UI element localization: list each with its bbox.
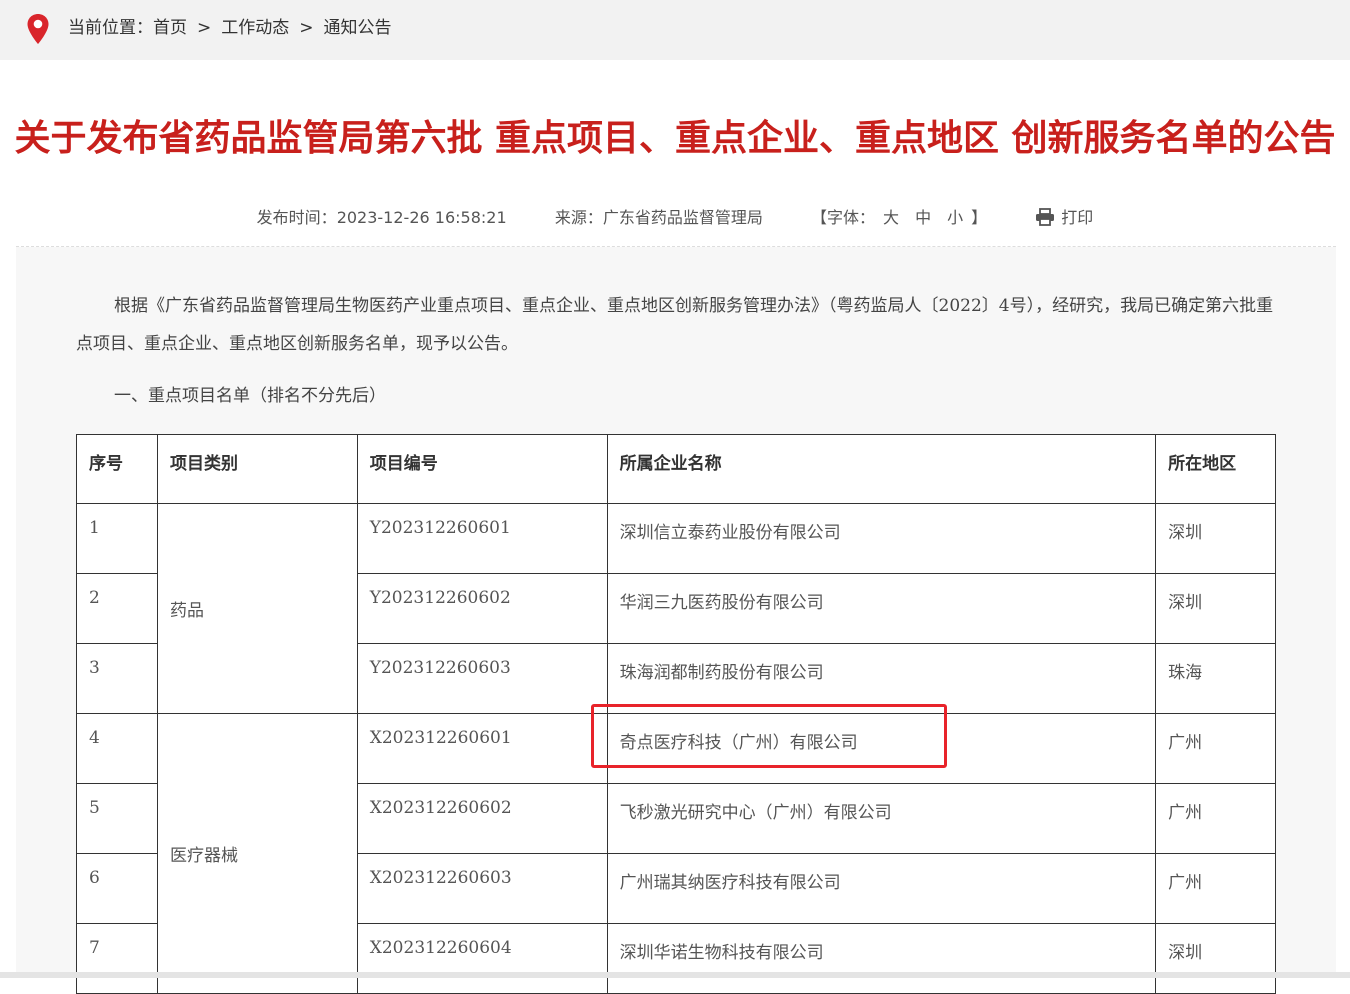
- page-bottom-edge: [0, 972, 1350, 978]
- category-cell: 医疗器械: [156, 713, 358, 994]
- row-region: 深圳: [1155, 503, 1276, 574]
- breadcrumb-separator: >: [299, 18, 314, 38]
- row-company: 飞秒激光研究中心（广州）有限公司: [606, 783, 1157, 854]
- print-label: 打印: [1061, 208, 1094, 227]
- source-name: 广东省药品监督管理局: [602, 208, 763, 227]
- header-region: 所在地区: [1155, 434, 1276, 504]
- row-company: 深圳信立泰药业股份有限公司: [606, 503, 1157, 574]
- article-meta: 发布时间：2023-12-26 16:58:21 来源：广东省药品监督管理局 【…: [0, 204, 1350, 232]
- row-region: 广州: [1155, 853, 1276, 924]
- header-code: 项目编号: [356, 434, 608, 504]
- breadcrumb-separator: >: [197, 18, 212, 38]
- intro-paragraph: 根据《广东省药品监督管理局生物医药产业重点项目、重点企业、重点地区创新服务管理办…: [76, 296, 1274, 354]
- row-code: X202312260603: [356, 853, 608, 924]
- row-no: 2: [76, 573, 158, 644]
- row-region: 深圳: [1155, 923, 1276, 994]
- publish-time: 2023-12-26 16:58:21: [336, 208, 507, 227]
- row-region: 广州: [1155, 713, 1276, 784]
- table-row: 4 医疗器械 X202312260601 奇点医疗科技（广州）有限公司 广州: [76, 713, 1276, 994]
- font-size-small-button[interactable]: 小: [947, 208, 963, 227]
- row-no: 1: [76, 503, 158, 574]
- row-company: 广州瑞其纳医疗科技有限公司: [606, 853, 1157, 924]
- breadcrumb-home-link[interactable]: 首页: [153, 18, 187, 38]
- print-button[interactable]: 打印: [1035, 208, 1093, 227]
- row-company: 华润三九医药股份有限公司: [606, 573, 1157, 644]
- breadcrumb-notices-link[interactable]: 通知公告: [324, 18, 392, 38]
- font-size-control: 【字体： 大中小】: [811, 208, 992, 227]
- breadcrumb: 当前位置：首页 > 工作动态 > 通知公告: [68, 17, 392, 39]
- row-region: 珠海: [1155, 643, 1276, 714]
- publish-time-label: 发布时间：: [256, 208, 337, 227]
- row-company: 奇点医疗科技（广州）有限公司: [606, 713, 1157, 784]
- breadcrumb-bar: 当前位置：首页 > 工作动态 > 通知公告: [0, 0, 1350, 60]
- row-code: Y202312260601: [356, 503, 608, 574]
- row-no: 7: [76, 923, 158, 994]
- row-no: 3: [76, 643, 158, 714]
- font-size-large-button[interactable]: 大: [883, 208, 899, 227]
- project-table: 序号 项目类别 项目编号 所属企业名称 所在地区 1 药品 Y202312260…: [76, 434, 1276, 994]
- table-header-row: 序号 项目类别 项目编号 所属企业名称 所在地区: [76, 434, 1276, 504]
- row-no: 4: [76, 713, 158, 784]
- table-row: 1 药品 Y202312260601 深圳信立泰药业股份有限公司 深圳: [76, 503, 1276, 714]
- header-company: 所属企业名称: [606, 434, 1157, 504]
- row-no: 6: [76, 853, 158, 924]
- row-code: X202312260601: [356, 713, 608, 784]
- location-pin-icon: [27, 14, 49, 44]
- breadcrumb-work-news-link[interactable]: 工作动态: [221, 18, 289, 38]
- row-region: 广州: [1155, 783, 1276, 854]
- row-company: 深圳华诺生物科技有限公司: [606, 923, 1157, 994]
- font-size-medium-button[interactable]: 中: [915, 208, 931, 227]
- header-no: 序号: [76, 434, 158, 504]
- printer-icon: [1036, 208, 1055, 226]
- header-category: 项目类别: [156, 434, 358, 504]
- row-code: X202312260604: [356, 923, 608, 994]
- article-body: 根据《广东省药品监督管理局生物医药产业重点项目、重点企业、重点地区创新服务管理办…: [16, 247, 1336, 994]
- row-code: Y202312260603: [356, 643, 608, 714]
- row-code: Y202312260602: [356, 573, 608, 644]
- row-no: 5: [76, 783, 158, 854]
- font-size-close: 】: [971, 208, 988, 227]
- breadcrumb-label: 当前位置：: [68, 18, 153, 38]
- category-cell: 药品: [156, 503, 358, 714]
- row-code: X202312260602: [356, 783, 608, 854]
- row-region: 深圳: [1155, 573, 1276, 644]
- source-label: 来源：: [554, 208, 603, 227]
- article-title: 关于发布省药品监管局第六批 重点项目、重点企业、重点地区 创新服务名单的公告: [14, 118, 1336, 159]
- row-company: 珠海润都制药股份有限公司: [606, 643, 1157, 714]
- section-heading: 一、重点项目名单（排名不分先后）: [114, 386, 386, 406]
- font-size-label: 【字体：: [811, 208, 876, 227]
